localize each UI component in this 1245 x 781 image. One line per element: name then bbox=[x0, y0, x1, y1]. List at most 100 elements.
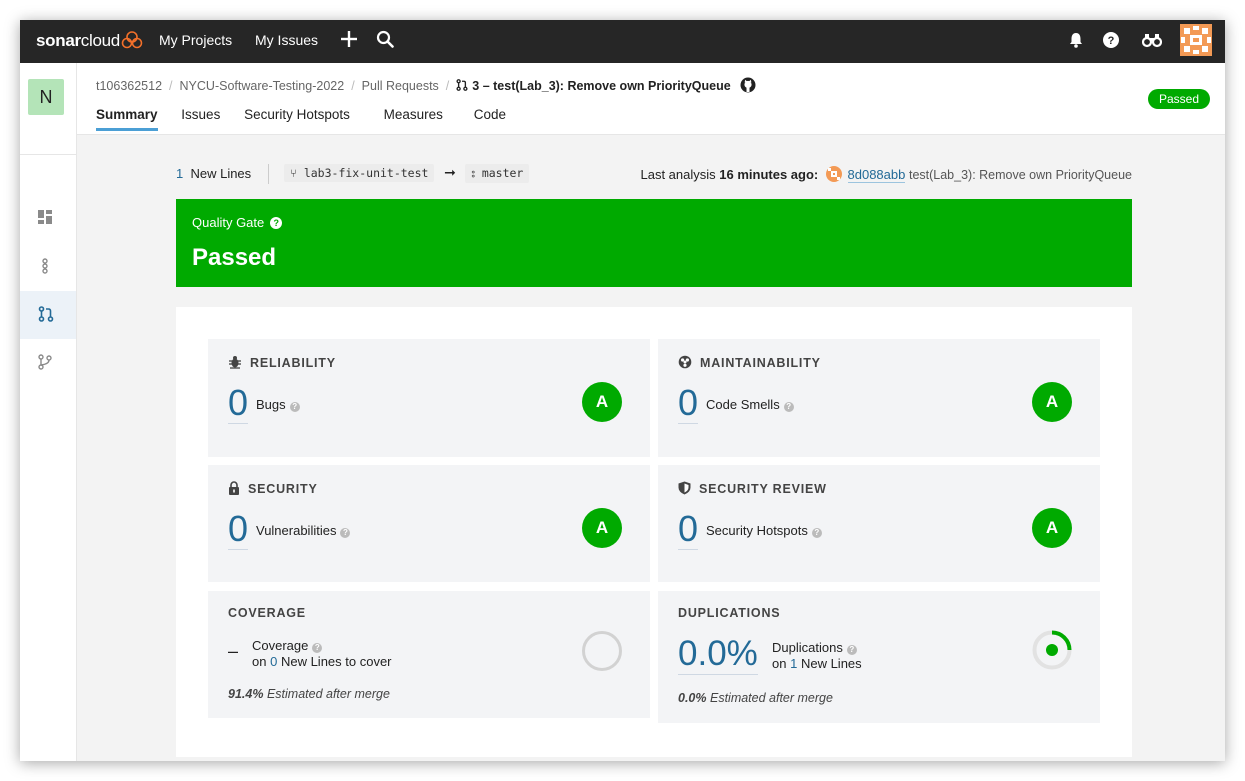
coverage-value: – bbox=[228, 641, 239, 661]
help-icon[interactable]: ? bbox=[846, 645, 857, 655]
search-icon[interactable] bbox=[376, 30, 394, 48]
sidebar-item-overview[interactable] bbox=[20, 195, 76, 243]
breadcrumb-pull-requests[interactable]: Pull Requests bbox=[362, 79, 439, 93]
binoculars-icon[interactable] bbox=[1142, 32, 1162, 48]
maintainability-rating[interactable]: A bbox=[1032, 382, 1072, 422]
new-lines-count[interactable]: 1 bbox=[176, 166, 183, 181]
coverage-donut bbox=[582, 631, 622, 671]
nav-my-issues[interactable]: My Issues bbox=[255, 32, 318, 48]
commit-hash-link[interactable]: 8d088abb bbox=[847, 167, 906, 183]
coverage-estimate-value: 91.4% bbox=[228, 687, 264, 701]
plus-icon[interactable] bbox=[340, 30, 358, 48]
quality-gate-label: Quality Gate bbox=[192, 215, 265, 230]
vulnerabilities-count[interactable]: 0 bbox=[228, 509, 249, 550]
security-title-text: SECURITY bbox=[248, 482, 318, 496]
project-avatar[interactable]: N bbox=[28, 79, 64, 115]
breadcrumb-project[interactable]: NYCU-Software-Testing-2022 bbox=[180, 79, 345, 93]
last-analysis-info: Last analysis 16 minutes ago: 8d088abb t… bbox=[640, 166, 1132, 183]
duplications-details: Duplications? on 1 New Lines bbox=[772, 640, 862, 672]
target-branch-tag: ⦂ master bbox=[465, 164, 530, 183]
bell-icon[interactable] bbox=[1068, 31, 1084, 49]
coverage-card: COVERAGE – Coverage? on 0 New Lines to c… bbox=[208, 591, 650, 718]
duplications-card: DUPLICATIONS 0.0% Duplications? on 1 New… bbox=[658, 591, 1100, 723]
pull-request-icon bbox=[38, 306, 54, 322]
user-avatar[interactable] bbox=[1180, 24, 1212, 56]
logo-text-cloud: cloud bbox=[80, 31, 120, 50]
maintainability-title: MAINTAINABILITY bbox=[678, 355, 821, 370]
coverage-lines-count[interactable]: 0 bbox=[270, 654, 277, 669]
tab-summary[interactable]: Summary bbox=[96, 107, 158, 131]
source-branch-name: lab3-fix-unit-test bbox=[303, 166, 429, 180]
code-smells-label-wrap: Code Smells? bbox=[706, 397, 794, 412]
last-analysis-label: Last analysis bbox=[640, 167, 716, 182]
reliability-rating[interactable]: A bbox=[582, 382, 622, 422]
code-smells-count[interactable]: 0 bbox=[678, 383, 699, 424]
coverage-label: Coverage bbox=[252, 638, 309, 653]
quality-gate-banner: Quality Gate? Passed bbox=[176, 199, 1132, 287]
help-icon[interactable]: ? bbox=[340, 528, 351, 538]
project-sidebar: N bbox=[20, 63, 77, 761]
duplications-lines-label: New Lines bbox=[800, 656, 862, 671]
security-title: SECURITY bbox=[228, 481, 318, 496]
duplications-value[interactable]: 0.0% bbox=[678, 634, 758, 675]
tab-security-hotspots[interactable]: Security Hotspots bbox=[244, 107, 350, 128]
bugs-count[interactable]: 0 bbox=[228, 383, 249, 424]
quality-gate-heading: Quality Gate? bbox=[192, 215, 283, 230]
analysis-info-row: 1 New Lines ⑂ lab3-fix-unit-test ➞ ⦂ mas… bbox=[176, 164, 1132, 184]
duplications-lines-count[interactable]: 1 bbox=[790, 656, 797, 671]
sidebar-divider bbox=[20, 154, 76, 155]
sidebar-item-branches-chain[interactable] bbox=[20, 243, 76, 291]
help-icon[interactable]: ? bbox=[312, 643, 323, 653]
dashboard-icon bbox=[38, 210, 52, 224]
code-smells-label: Code Smells bbox=[706, 397, 780, 412]
tab-issues[interactable]: Issues bbox=[181, 107, 220, 128]
duplications-estimate: 0.0% Estimated after merge bbox=[678, 691, 833, 705]
reliability-title-text: RELIABILITY bbox=[250, 356, 336, 370]
top-navigation-bar: sonarcloud My Projects My Issues ? bbox=[20, 20, 1225, 63]
duplications-title: DUPLICATIONS bbox=[678, 606, 781, 620]
security-rating[interactable]: A bbox=[582, 508, 622, 548]
pull-request-icon bbox=[456, 79, 468, 91]
coverage-estimate-label: Estimated after merge bbox=[266, 687, 390, 701]
duplications-estimate-value: 0.0% bbox=[678, 691, 707, 705]
breadcrumb-separator: / bbox=[445, 79, 450, 93]
help-icon[interactable]: ? bbox=[1102, 31, 1120, 49]
coverage-details: Coverage? on 0 New Lines to cover bbox=[252, 638, 392, 670]
tab-measures[interactable]: Measures bbox=[384, 107, 443, 128]
breadcrumb-organization[interactable]: t106362512 bbox=[96, 79, 162, 93]
lock-icon bbox=[229, 481, 239, 495]
branch-comparison: ⑂ lab3-fix-unit-test ➞ ⦂ master bbox=[284, 164, 530, 183]
project-header: t106362512 / NYCU-Software-Testing-2022 / Pu… bbox=[77, 63, 1225, 135]
security-hotspots-label-wrap: Security Hotspots? bbox=[706, 523, 822, 538]
coverage-on: on bbox=[252, 654, 267, 669]
duplications-estimate-label: Estimated after merge bbox=[709, 691, 833, 705]
security-hotspots-count[interactable]: 0 bbox=[678, 509, 699, 550]
nav-my-projects[interactable]: My Projects bbox=[159, 32, 232, 48]
help-icon[interactable]: ? bbox=[811, 528, 822, 538]
commit-author-avatar bbox=[825, 166, 842, 182]
maintainability-card: MAINTAINABILITY 0 Code Smells? A bbox=[658, 339, 1100, 457]
arrow-right-icon: ➞ bbox=[444, 164, 456, 180]
sidebar-item-branches[interactable] bbox=[20, 339, 76, 387]
help-icon[interactable]: ? bbox=[270, 217, 283, 229]
sonarcloud-logo[interactable]: sonarcloud bbox=[36, 31, 120, 51]
new-lines-label: New Lines bbox=[190, 166, 252, 181]
help-icon[interactable]: ? bbox=[289, 402, 300, 412]
sonarcloud-cloud-icon bbox=[121, 31, 143, 49]
bugs-label: Bugs bbox=[256, 397, 286, 412]
maintainability-title-text: MAINTAINABILITY bbox=[700, 356, 821, 370]
last-analysis-time: 16 minutes ago: bbox=[719, 167, 819, 182]
github-icon[interactable] bbox=[740, 77, 756, 93]
breadcrumb-separator: / bbox=[351, 79, 355, 93]
security-review-rating[interactable]: A bbox=[1032, 508, 1072, 548]
security-review-title: SECURITY REVIEW bbox=[678, 481, 827, 496]
branch-icon bbox=[38, 354, 52, 370]
sidebar-item-pull-requests[interactable] bbox=[20, 291, 76, 339]
bugs-label-wrap: Bugs? bbox=[256, 397, 300, 412]
tab-code[interactable]: Code bbox=[474, 107, 506, 128]
security-hotspots-label: Security Hotspots bbox=[706, 523, 808, 538]
security-review-title-text: SECURITY REVIEW bbox=[699, 482, 827, 496]
help-icon[interactable]: ? bbox=[783, 402, 794, 412]
breadcrumb-separator: / bbox=[169, 79, 173, 93]
coverage-lines-label: New Lines to cover bbox=[280, 654, 392, 669]
